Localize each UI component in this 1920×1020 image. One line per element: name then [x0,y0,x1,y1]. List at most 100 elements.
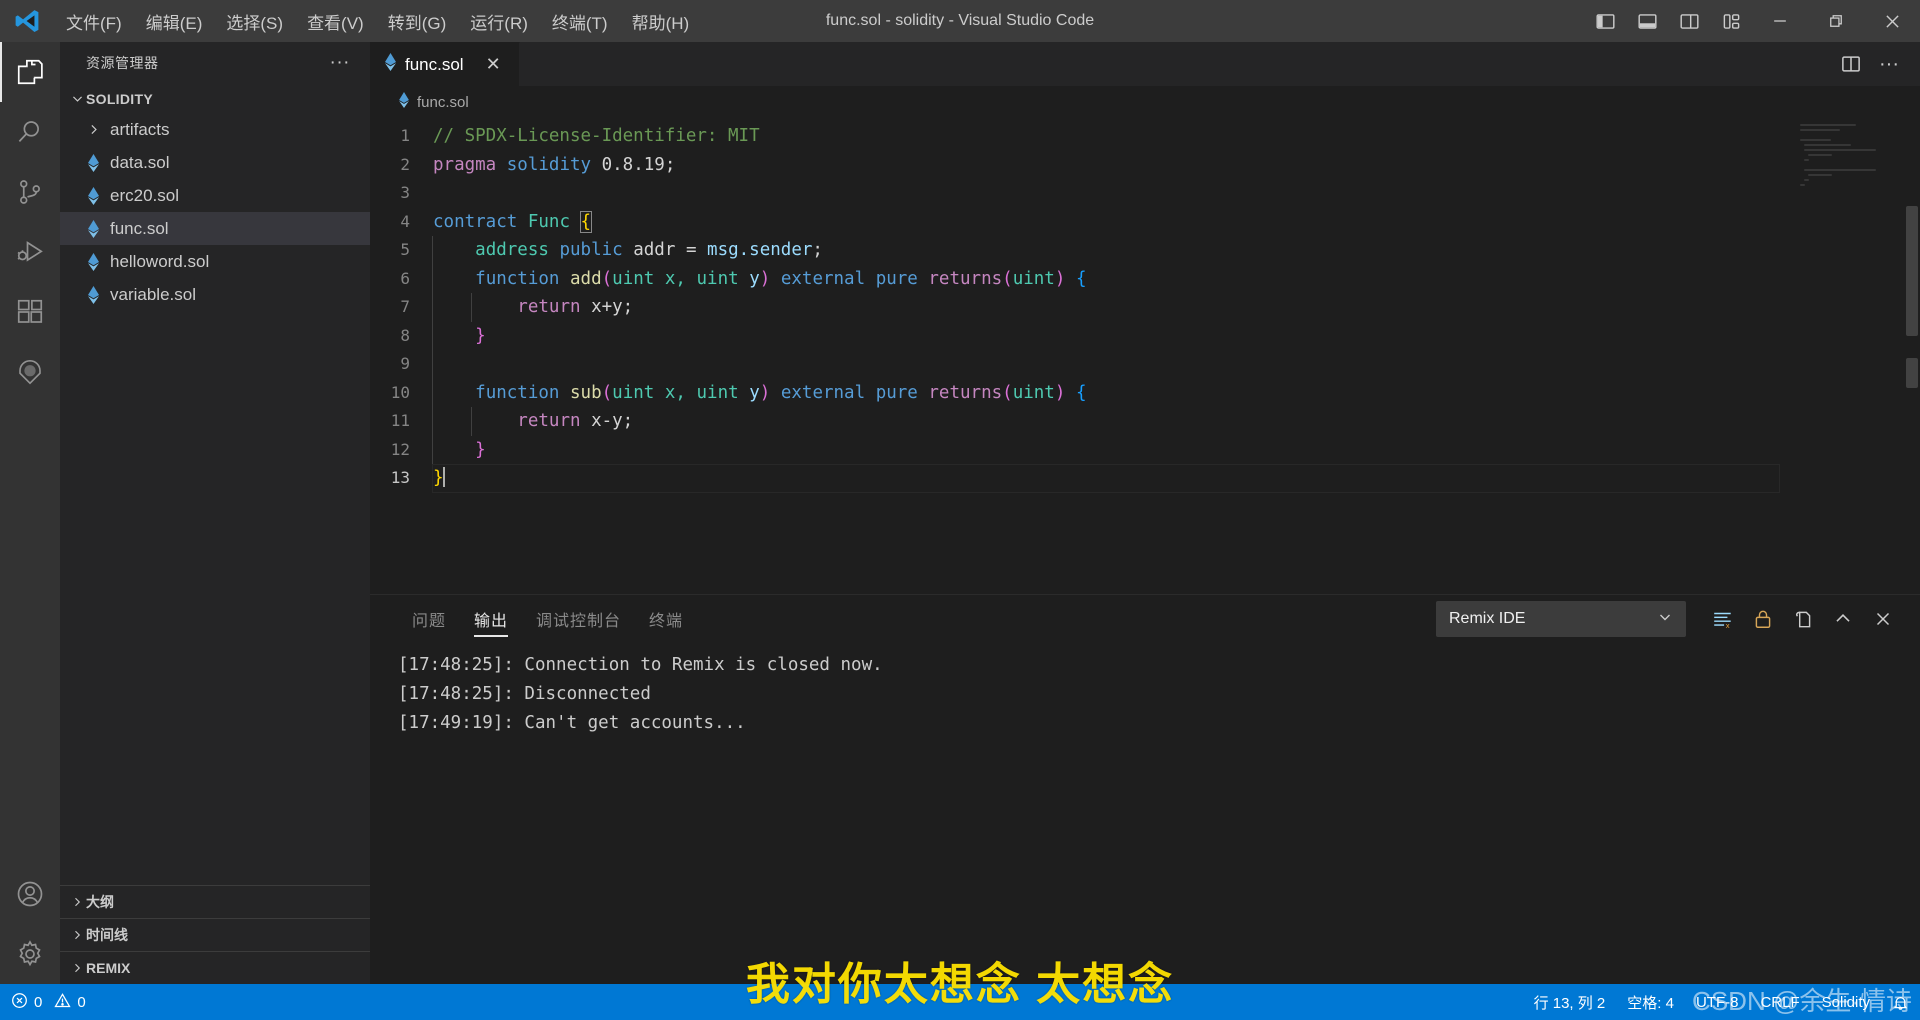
customize-layout-icon[interactable] [1710,0,1752,42]
status-language-mode[interactable]: Solidity [1811,984,1881,1020]
tree-item-helloword-sol[interactable]: helloword.sol [60,245,370,278]
line-text: // SPDX-License-Identifier: MIT [433,126,760,146]
chevron-right-icon [68,929,86,941]
sidebar-section-timeline[interactable]: 时间线 [60,918,370,951]
activity-search[interactable] [0,102,60,162]
code-line: 6 function add(uint x, uint y) external … [370,264,1920,293]
menu-view[interactable]: 查看(V) [295,0,376,42]
status-indentation[interactable]: 空格: 4 [1616,984,1685,1020]
chevron-down-icon [68,92,86,105]
line-text: function sub(uint x, uint y) external pu… [432,378,1087,407]
activity-source-control[interactable] [0,162,60,222]
text-caret [442,467,445,487]
menu-selection[interactable]: 选择(S) [214,0,295,42]
code-line: 13 } [370,464,1920,493]
bottom-panel: 问题 输出 调试控制台 终端 Remix IDE x [17:48:25]: C… [370,594,1920,984]
activity-accounts[interactable] [0,864,60,924]
sidebar-more-actions-icon[interactable]: ··· [322,53,358,72]
lock-scroll-icon[interactable] [1746,602,1780,636]
split-editor-right-icon[interactable] [1834,47,1868,81]
output-content[interactable]: [17:48:25]: Connection to Remix is close… [370,643,1920,984]
status-bar: 0 0 行 13, 列 2 空格: 4 UTF-8 CRLF Solidity [0,984,1920,1020]
editor-tabs: func.sol ✕ ··· [370,42,1920,86]
status-warning-count: 0 [77,993,86,1011]
maximize-panel-icon[interactable] [1826,602,1860,636]
activity-remix[interactable] [0,342,60,402]
activity-settings[interactable] [0,924,60,984]
line-text: return x+y; [432,293,633,322]
menu-run[interactable]: 运行(R) [458,0,540,42]
code-editor[interactable]: 1 // SPDX-License-Identifier: MIT 2 pragma… [370,118,1920,594]
tree-item-func-sol[interactable]: func.sol [60,212,370,245]
tab-close-icon[interactable]: ✕ [486,54,501,75]
menu-help[interactable]: 帮助(H) [620,0,702,42]
panel-tab-debug-console[interactable]: 调试控制台 [522,595,635,643]
toggle-primary-sidebar-icon[interactable] [1584,0,1626,42]
line-text [432,350,433,379]
tree-item-label: func.sol [110,218,169,238]
minimize-button[interactable] [1752,0,1808,42]
menu-terminal[interactable]: 终端(T) [540,0,620,42]
toggle-secondary-sidebar-icon[interactable] [1668,0,1710,42]
code-line: 3 [370,179,1920,208]
file-tree: SOLIDITY artifacts data.sol erc20.sol fu… [60,84,370,885]
toggle-panel-icon[interactable] [1626,0,1668,42]
activity-run-debug[interactable] [0,222,60,282]
menu-go[interactable]: 转到(G) [376,0,459,42]
menu-file[interactable]: 文件(F) [54,0,134,42]
activity-explorer[interactable] [0,42,60,102]
editor-more-actions-icon[interactable]: ··· [1872,47,1906,81]
code-line: 12 } [370,435,1920,464]
panel-tab-problems[interactable]: 问题 [398,595,460,643]
code-content: 1 // SPDX-License-Identifier: MIT 2 pragma… [370,118,1920,594]
breadcrumb[interactable]: func.sol [370,86,1920,118]
tree-item-erc20-sol[interactable]: erc20.sol [60,179,370,212]
workbench-body: 资源管理器 ··· SOLIDITY artifacts data.sol er… [0,42,1920,984]
line-text: address public addr = msg.sender; [432,236,823,265]
tree-root-solidity[interactable]: SOLIDITY [60,84,370,113]
title-bar: 文件(F) 编辑(E) 选择(S) 查看(V) 转到(G) 运行(R) 终端(T… [0,0,1920,42]
line-text [432,179,433,208]
line-number: 11 [390,411,410,430]
tree-item-label: helloword.sol [110,251,210,271]
line-text: } [432,435,486,464]
status-error-count: 0 [34,993,43,1011]
editor-scrollbar[interactable] [1902,118,1920,594]
explorer-sidebar: 资源管理器 ··· SOLIDITY artifacts data.sol er… [60,42,370,984]
restore-button[interactable] [1808,0,1864,42]
activity-extensions[interactable] [0,282,60,342]
chevron-right-icon [68,962,86,974]
sidebar-section-outline[interactable]: 大纲 [60,885,370,918]
tree-item-data-sol[interactable]: data.sol [60,146,370,179]
tree-item-variable-sol[interactable]: variable.sol [60,278,370,311]
error-circle-icon [11,992,28,1013]
line-text: contract Func { [433,210,593,233]
open-output-in-editor-icon[interactable] [1786,602,1820,636]
status-eol[interactable]: CRLF [1749,984,1810,1020]
line-number: 6 [400,268,410,288]
solidity-file-icon [82,153,104,172]
close-panel-icon[interactable] [1866,602,1900,636]
panel-tab-terminal[interactable]: 终端 [635,595,697,643]
line-text: return x-y; [432,407,633,436]
minimap[interactable] [1794,118,1902,594]
output-channel-select[interactable]: Remix IDE [1436,601,1686,637]
chevron-right-icon [82,123,104,136]
tab-func-sol[interactable]: func.sol ✕ [370,42,520,86]
status-encoding[interactable]: UTF-8 [1685,984,1750,1020]
solidity-file-icon [82,252,104,271]
panel-tab-output[interactable]: 输出 [460,595,522,643]
code-line: 2 pragma solidity 0.8.19; [370,151,1920,180]
code-line: 1 // SPDX-License-Identifier: MIT [370,122,1920,151]
status-notifications-bell-icon[interactable] [1881,984,1920,1020]
sidebar-collapsed-sections: 大纲 时间线 REMIX [60,885,370,984]
status-cursor-position[interactable]: 行 13, 列 2 [1523,984,1617,1020]
sidebar-section-remix[interactable]: REMIX [60,951,370,984]
menu-edit[interactable]: 编辑(E) [134,0,215,42]
titlebar-actions [1584,0,1920,42]
line-number: 3 [400,183,410,202]
clear-output-icon[interactable]: x [1706,602,1740,636]
status-errors-warnings[interactable]: 0 0 [0,984,97,1020]
tree-item-artifacts[interactable]: artifacts [60,113,370,146]
close-button[interactable] [1864,0,1920,42]
